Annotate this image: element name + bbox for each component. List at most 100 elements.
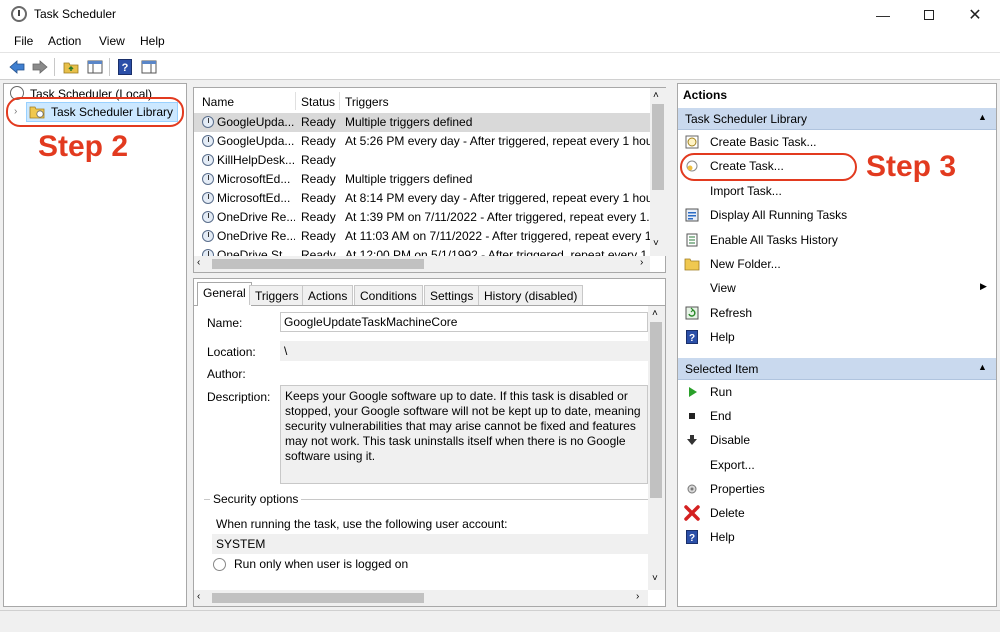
- show-hide-console-tree-icon[interactable]: [85, 57, 105, 77]
- action-help[interactable]: ? Help: [684, 526, 990, 548]
- menu-view[interactable]: View: [99, 34, 125, 48]
- table-row[interactable]: OneDrive Re... Ready At 1:39 PM on 7/11/20…: [194, 208, 651, 227]
- task-status: Ready: [301, 191, 336, 205]
- actions-pane: Actions Task Scheduler Library ▲ Create …: [677, 83, 997, 607]
- collapse-icon[interactable]: ▲: [978, 112, 987, 122]
- task-triggers: At 11:03 AM on 7/11/2022 - After trigger…: [345, 229, 651, 243]
- task-list: Name Status Triggers GoogleUpda... Ready M…: [193, 87, 666, 273]
- action-label: View: [710, 281, 736, 296]
- run-when-logged-on-label: Run only when user is logged on: [234, 557, 409, 571]
- scrollbar-thumb[interactable]: [652, 104, 664, 190]
- scrollbar-thumb[interactable]: [650, 322, 662, 498]
- menu-file[interactable]: File: [14, 34, 33, 48]
- scrollbar-thumb[interactable]: [212, 593, 424, 603]
- back-icon[interactable]: [7, 57, 27, 77]
- action-view[interactable]: View ▶: [684, 277, 990, 299]
- action-display-all-running-tasks[interactable]: Display All Running Tasks: [684, 204, 990, 226]
- forward-icon[interactable]: [30, 57, 50, 77]
- action-refresh[interactable]: Refresh: [684, 302, 990, 324]
- action-label: Display All Running Tasks: [710, 208, 848, 223]
- task-clock-icon: [202, 230, 214, 242]
- minimize-button[interactable]: —: [860, 0, 906, 30]
- console-tree: Task Scheduler (Local) › Task Scheduler …: [3, 83, 187, 607]
- tab-history[interactable]: History (disabled): [478, 285, 584, 305]
- action-end[interactable]: End: [684, 405, 990, 427]
- svg-text:?: ?: [122, 62, 129, 74]
- scroll-right-icon[interactable]: ›: [640, 257, 643, 268]
- action-label: Export...: [710, 457, 755, 472]
- scroll-up-icon[interactable]: ˄: [653, 90, 659, 101]
- step3-label: Step 3: [866, 150, 957, 183]
- svg-text:?: ?: [689, 533, 695, 544]
- close-button[interactable]: ✕: [952, 0, 998, 30]
- show-hide-action-pane-icon[interactable]: [139, 57, 159, 77]
- section-header-library[interactable]: Task Scheduler Library ▲: [678, 108, 996, 130]
- table-row[interactable]: OneDrive Re... Ready At 11:03 AM on 7/11/2…: [194, 227, 651, 246]
- tab-conditions[interactable]: Conditions: [354, 285, 423, 305]
- title-bar: Task Scheduler — ✕: [0, 0, 1000, 30]
- action-delete[interactable]: Delete: [684, 502, 990, 524]
- details-horizontal-scrollbar[interactable]: ‹ ›: [194, 590, 648, 606]
- name-field[interactable]: GoogleUpdateTaskMachineCore: [280, 312, 648, 332]
- action-label: Help: [710, 330, 735, 345]
- collapse-icon[interactable]: ▲: [978, 362, 987, 372]
- scroll-up-icon[interactable]: ˄: [652, 308, 658, 319]
- step2-highlight-circle: [6, 97, 184, 127]
- scrollbar-thumb[interactable]: [212, 259, 424, 269]
- column-header-triggers[interactable]: Triggers: [345, 95, 389, 109]
- details-vertical-scrollbar[interactable]: ˄ ˅: [648, 306, 665, 590]
- scroll-down-icon[interactable]: ˅: [653, 238, 659, 249]
- description-field[interactable]: Keeps your Google software up to date. I…: [280, 385, 648, 484]
- user-account-field[interactable]: SYSTEM: [212, 534, 648, 554]
- action-label: Create Basic Task...: [710, 135, 817, 149]
- up-folder-icon[interactable]: [61, 57, 81, 77]
- action-label: Run: [710, 385, 733, 399]
- tab-actions[interactable]: Actions: [302, 285, 354, 305]
- blank-icon: [684, 457, 700, 473]
- task-triggers: Multiple triggers defined: [345, 115, 473, 129]
- window-title: Task Scheduler: [34, 7, 117, 21]
- account-text: When running the task, use the following…: [216, 517, 508, 531]
- task-list-horizontal-scrollbar[interactable]: ‹ ›: [194, 256, 650, 272]
- task-clock-icon: [202, 116, 214, 128]
- action-label: End: [710, 409, 732, 424]
- menu-action[interactable]: Action: [48, 34, 81, 48]
- task-status: Ready: [301, 229, 336, 243]
- task-clock-icon: [202, 154, 214, 166]
- action-help[interactable]: ? Help: [684, 326, 990, 348]
- blank-icon: [684, 183, 700, 199]
- table-row[interactable]: KillHelpDesk... Ready: [194, 151, 651, 170]
- run-icon: [684, 384, 700, 400]
- menu-help[interactable]: Help: [140, 34, 165, 48]
- location-field[interactable]: \: [280, 341, 648, 361]
- action-run[interactable]: Run: [684, 381, 990, 403]
- tab-triggers[interactable]: Triggers: [249, 285, 305, 305]
- scroll-left-icon[interactable]: ‹: [197, 591, 200, 602]
- status-bar: [0, 610, 1000, 632]
- tab-settings[interactable]: Settings: [424, 285, 480, 305]
- action-properties[interactable]: Properties: [684, 478, 990, 500]
- tab-general[interactable]: General: [197, 282, 252, 306]
- scroll-left-icon[interactable]: ‹: [197, 257, 200, 268]
- maximize-button[interactable]: [906, 0, 952, 30]
- section-header-selected[interactable]: Selected Item ▲: [678, 358, 996, 380]
- scroll-right-icon[interactable]: ›: [636, 591, 639, 602]
- task-triggers: At 12:00 PM on 5/1/1992 - After triggere…: [345, 248, 648, 256]
- column-header-name[interactable]: Name: [202, 95, 234, 109]
- help-icon[interactable]: ?: [115, 57, 135, 77]
- table-row[interactable]: GoogleUpda... Ready Multiple triggers defi…: [194, 113, 651, 132]
- action-disable[interactable]: Disable: [684, 429, 990, 451]
- table-row[interactable]: OneDrive St... Ready At 12:00 PM on 5/1/19…: [194, 246, 651, 256]
- action-export[interactable]: Export...: [684, 454, 990, 476]
- task-list-vertical-scrollbar[interactable]: ˄ ˅: [650, 88, 666, 256]
- run-when-logged-on-radio[interactable]: [213, 558, 226, 571]
- scroll-down-icon[interactable]: ˅: [652, 573, 658, 584]
- properties-icon: [684, 481, 700, 497]
- disable-icon: [684, 432, 700, 448]
- table-row[interactable]: GoogleUpda... Ready At 5:26 PM every day -…: [194, 132, 651, 151]
- action-enable-all-tasks-history[interactable]: Enable All Tasks History: [684, 229, 990, 251]
- table-row[interactable]: MicrosoftEd... Ready At 8:14 PM every day …: [194, 189, 651, 208]
- action-new-folder[interactable]: New Folder...: [684, 253, 990, 275]
- column-header-status[interactable]: Status: [301, 95, 335, 109]
- table-row[interactable]: MicrosoftEd... Ready Multiple triggers def…: [194, 170, 651, 189]
